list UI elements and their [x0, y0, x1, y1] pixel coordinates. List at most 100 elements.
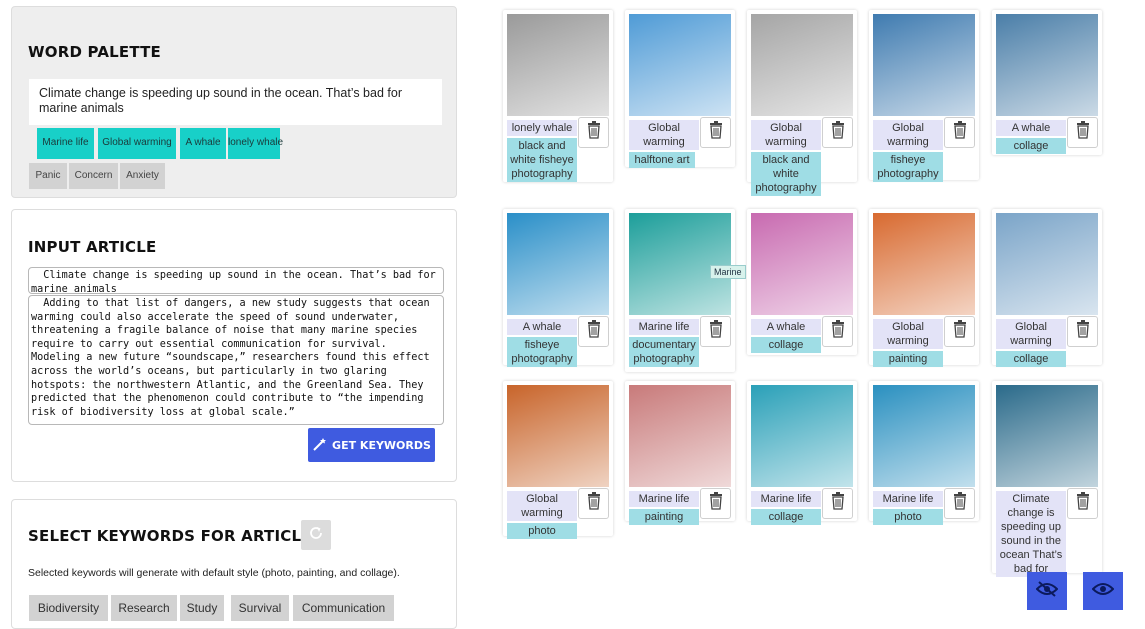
card-keyword: A whale	[996, 120, 1066, 136]
emotion-chip-concern[interactable]: Concern	[69, 163, 118, 189]
trash-icon	[587, 121, 601, 144]
trash-icon	[831, 492, 845, 515]
article-keyword-survival[interactable]: Survival	[231, 595, 289, 621]
delete-button[interactable]	[822, 117, 853, 148]
article-keyword-study[interactable]: Study	[180, 595, 224, 621]
generated-image	[751, 385, 853, 487]
left-column: WORD PALETTE Climate change is speeding …	[0, 0, 480, 629]
image-card[interactable]: Marine life collage	[747, 381, 857, 525]
input-article-panel: INPUT ARTICLE Climate change is speeding…	[11, 209, 457, 482]
card-style: photo	[873, 509, 943, 525]
image-card[interactable]: Climate change is speeding up sound in t…	[992, 381, 1102, 577]
get-keywords-button[interactable]: GET KEYWORDS	[308, 428, 435, 462]
image-card[interactable]: Global warming photo	[503, 381, 613, 539]
image-card[interactable]: Global warming halftone art	[625, 10, 735, 168]
trash-icon	[1076, 121, 1090, 144]
delete-button[interactable]	[1067, 316, 1098, 347]
trash-icon	[1076, 320, 1090, 343]
tooltip: Marine	[710, 265, 746, 279]
generated-image	[507, 14, 609, 116]
select-keywords-note: Selected keywords will generate with def…	[28, 567, 400, 579]
article-keyword-communication[interactable]: Communication	[293, 595, 394, 621]
delete-button[interactable]	[944, 117, 975, 148]
image-card[interactable]: lonely whale black and white fisheye phot…	[503, 10, 613, 182]
generated-image	[996, 14, 1098, 116]
card-keyword: Global warming	[629, 120, 699, 150]
refresh-button[interactable]	[301, 520, 331, 550]
image-card[interactable]: Marine life painting	[625, 381, 735, 525]
select-keywords-panel: SELECT KEYWORDS FOR ARTICLE Selected key…	[11, 499, 457, 629]
delete-button[interactable]	[700, 488, 731, 519]
card-keyword: Global warming	[996, 319, 1066, 349]
generated-image	[507, 213, 609, 315]
card-style: photo	[507, 523, 577, 539]
emotion-chip-anxiety[interactable]: Anxiety	[120, 163, 165, 189]
article-keyword-biodiversity[interactable]: Biodiversity	[29, 595, 108, 621]
image-card[interactable]: Global warming painting	[869, 209, 979, 367]
image-card[interactable]: Global warming collage	[992, 209, 1102, 367]
headline-textarea[interactable]: Climate change is speeding up sound in t…	[28, 267, 444, 294]
image-card[interactable]: Global warming black and white photograph…	[747, 10, 857, 196]
input-article-title: INPUT ARTICLE	[28, 238, 157, 256]
image-card[interactable]: Marine life documentary photography	[625, 209, 735, 372]
delete-button[interactable]	[822, 316, 853, 347]
select-keywords-title: SELECT KEYWORDS FOR ARTICLE	[28, 527, 312, 545]
palette-sentence: Climate change is speeding up sound in t…	[29, 79, 442, 125]
trash-icon	[1076, 492, 1090, 515]
trash-icon	[831, 320, 845, 343]
delete-button[interactable]	[578, 488, 609, 519]
generated-image	[996, 385, 1098, 487]
refresh-icon	[308, 525, 324, 546]
trash-icon	[587, 492, 601, 515]
card-keyword: Global warming	[507, 491, 577, 521]
hide-text-button[interactable]	[1027, 572, 1067, 610]
delete-button[interactable]	[578, 117, 609, 148]
card-keyword: Marine life	[629, 319, 699, 335]
word-palette-title: WORD PALETTE	[28, 43, 162, 61]
image-card[interactable]: A whale collage	[747, 209, 857, 355]
image-card[interactable]: A whale fisheye photography	[503, 209, 613, 367]
trash-icon	[587, 320, 601, 343]
show-text-button[interactable]	[1083, 572, 1123, 610]
keyword-chip-marine-life[interactable]: Marine life	[37, 128, 94, 159]
delete-button[interactable]	[944, 488, 975, 519]
card-keyword: Marine life	[629, 491, 699, 507]
delete-button[interactable]	[700, 316, 731, 347]
card-style: halftone art	[629, 152, 695, 168]
trash-icon	[953, 320, 967, 343]
image-card[interactable]: A whale collage	[992, 10, 1102, 155]
keyword-chip-lonely-whale[interactable]: lonely whale	[228, 128, 283, 159]
card-style: fisheye photography	[873, 152, 943, 182]
card-style: fisheye photography	[507, 337, 577, 367]
card-keyword: Marine life	[751, 491, 821, 507]
card-keyword: Global warming	[751, 120, 821, 150]
body-textarea[interactable]: Adding to that list of dangers, a new st…	[28, 295, 444, 425]
keyword-chip-global-warming[interactable]: Global warming	[98, 128, 176, 159]
delete-button[interactable]	[1067, 117, 1098, 148]
emotion-chip-panic[interactable]: Panic	[29, 163, 67, 189]
article-keyword-research[interactable]: Research	[111, 595, 177, 621]
card-style: painting	[873, 351, 943, 367]
generated-image	[873, 14, 975, 116]
image-card[interactable]: Global warming fisheye photography	[869, 10, 979, 182]
delete-button[interactable]	[822, 488, 853, 519]
eye-off-icon	[1035, 580, 1059, 602]
card-keyword: Global warming	[873, 120, 943, 150]
magic-wand-icon	[312, 437, 328, 454]
delete-button[interactable]	[944, 316, 975, 347]
generated-image	[751, 213, 853, 315]
delete-button[interactable]	[700, 117, 731, 148]
get-keywords-label: GET KEYWORDS	[332, 438, 431, 452]
card-style: collage	[996, 351, 1066, 367]
card-keyword: A whale	[751, 319, 821, 335]
card-style: painting	[629, 509, 699, 525]
card-style: documentary photography	[629, 337, 699, 367]
image-card[interactable]: Marine life photo	[869, 381, 979, 525]
delete-button[interactable]	[1067, 488, 1098, 519]
generated-image	[873, 213, 975, 315]
trash-icon	[709, 320, 723, 343]
keyword-chip-a-whale[interactable]: A whale	[180, 128, 226, 159]
trash-icon	[709, 492, 723, 515]
card-keyword: Global warming	[873, 319, 943, 349]
delete-button[interactable]	[578, 316, 609, 347]
